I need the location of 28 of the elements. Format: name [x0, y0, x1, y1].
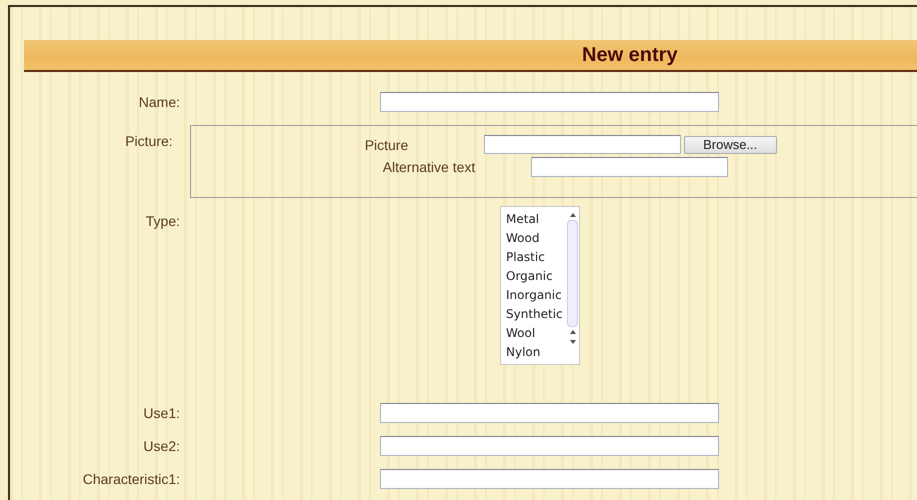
- scroll-thumb[interactable]: [567, 220, 578, 327]
- field-label: Use2:: [142, 437, 180, 456]
- type-list-box[interactable]: Metal Wood Plastic Organic Inorganic Synthetic Wool Nylon: [500, 206, 580, 365]
- field-label: Picture: [364, 136, 410, 152]
- list-option[interactable]: Organic: [506, 267, 566, 286]
- field-label: Picture:: [124, 132, 173, 151]
- text-field[interactable]: [380, 403, 719, 423]
- list-option[interactable]: Synthetic: [506, 305, 566, 324]
- text-field[interactable]: [380, 469, 719, 489]
- file-field[interactable]: [484, 135, 681, 154]
- list-option[interactable]: Wood: [506, 229, 566, 248]
- scroll-down-arrow-icon[interactable]: [570, 340, 576, 344]
- field-label: Alternative text: [382, 159, 476, 175]
- field-label: Characteristic1:: [82, 470, 180, 489]
- browse-button[interactable]: Browse...: [684, 136, 777, 154]
- list-option[interactable]: Nylon: [506, 343, 566, 362]
- text-field[interactable]: [530, 157, 728, 177]
- list-option[interactable]: Wool: [506, 324, 566, 343]
- list-option[interactable]: Plastic: [506, 248, 566, 267]
- list-option[interactable]: Metal: [506, 210, 566, 229]
- list-option[interactable]: Inorganic: [506, 286, 566, 305]
- text-field[interactable]: [380, 436, 719, 456]
- field-label: Type:: [144, 212, 180, 231]
- field-label: Name:: [138, 93, 180, 112]
- form-heading: New entry: [582, 44, 678, 66]
- text-field[interactable]: [380, 92, 719, 112]
- scroll-up-arrow-icon[interactable]: [570, 330, 576, 334]
- field-label: Use1:: [142, 404, 180, 423]
